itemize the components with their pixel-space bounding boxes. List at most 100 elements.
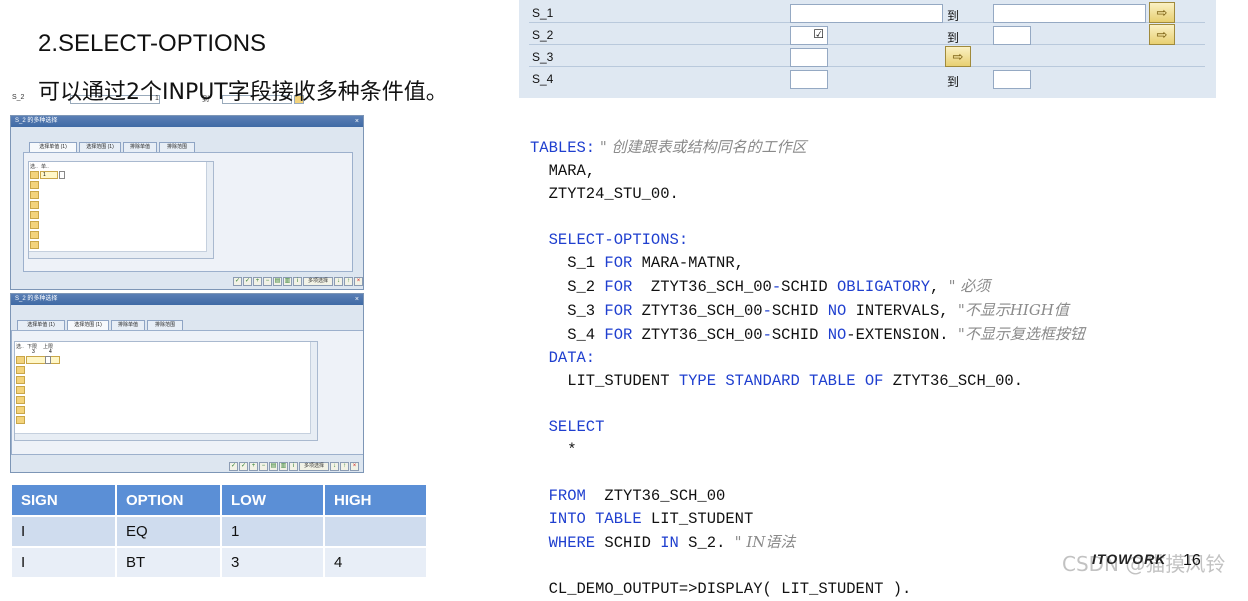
select-all-icon[interactable]: ▤ [273,276,282,286]
info-icon[interactable]: i [293,276,302,286]
table-row: I BT 3 4 [10,546,428,579]
tab-exclude-ranges[interactable]: 排除范围 [159,142,195,152]
execute-icon[interactable]: ✓ [233,276,242,286]
tab-exclude-single[interactable]: 排除单值 [111,320,145,330]
code-keyword: OBLIGATORY [836,278,930,296]
grid-cell-value[interactable]: 1 [40,171,58,179]
table-cell: I [10,515,117,548]
delete-all-icon[interactable]: ▥ [283,276,292,286]
row-selector[interactable] [30,231,39,239]
table-cell [323,515,428,548]
select-all-icon[interactable]: ▤ [269,461,278,471]
code-keyword: NO [827,326,847,344]
row-selector[interactable] [16,386,25,394]
code-text: ZTYT36_SCH_00 [632,278,772,296]
col-header: OPTION [115,483,222,517]
tab-exclude-single[interactable]: 排除单值 [123,142,157,152]
values-grid: 选.. 单.. 1 [28,161,214,259]
row-selector[interactable] [16,416,25,424]
check-icon[interactable]: ✓ [239,461,248,471]
s3-low-input[interactable] [790,48,828,67]
s1-low-input[interactable] [790,4,943,23]
row-selector[interactable] [16,396,25,404]
sel-row-s3: S_3 ⇨ [529,46,1205,67]
code-text: LIT_STUDENT [530,372,679,390]
tab-exclude-ranges[interactable]: 排除范围 [147,320,183,330]
code-comment: " 创建跟表或结构同名的工作区 [595,138,807,156]
code-text: S_2. [678,534,735,552]
close-icon[interactable]: × [355,294,359,305]
close-icon[interactable]: × [355,116,359,127]
multi-selection-dialog-2: S_2 的多种选择 × 选择单值 (1) 选择范围 (1) 排除单值 排除范围 选… [10,293,364,473]
tab-ranges[interactable]: 选择范围 (1) [67,320,109,330]
f4-help-icon[interactable] [59,171,65,179]
row-selector[interactable] [30,241,39,249]
row-selector[interactable] [30,171,39,179]
required-checkbox-icon: ☑ [813,27,824,41]
code-keyword: INTO TABLE [530,510,642,528]
sel-label: S_1 [532,6,554,20]
code-keyword: DATA: [530,349,596,367]
row-selector[interactable] [30,211,39,219]
multiple-selection-button[interactable]: ⇨ [945,46,971,67]
upload-icon[interactable]: ↑ [340,461,349,471]
code-keyword: WHERE [530,534,596,552]
code-keyword: FOR [604,254,633,272]
tab-single-values[interactable]: 选择单值 (1) [17,320,65,330]
range-cell[interactable] [26,356,60,364]
vertical-scrollbar[interactable] [206,162,213,258]
row-selector[interactable] [30,221,39,229]
s4-low-input[interactable] [790,70,828,89]
vertical-scrollbar[interactable] [310,342,317,440]
multiple-selection-button[interactable]: ⇨ [1149,24,1175,45]
row-selector[interactable] [16,366,25,374]
s1-high-input[interactable] [993,4,1146,23]
row-selector[interactable] [30,201,39,209]
horizontal-scrollbar[interactable] [29,251,207,258]
tab-panel: 选.. 下限 上限 3 4 [11,330,363,455]
low-value: 3 [32,349,35,355]
info-icon[interactable]: i [289,461,298,471]
abap-code-block: TABLES: " 创建跟表或结构同名的工作区 MARA, ZTYT24_STU… [530,136,1085,601]
tab-ranges[interactable]: 选择范围 (1) [79,142,121,152]
cancel-icon[interactable]: × [350,461,359,471]
slide-title: 2.SELECT-OPTIONS [38,30,267,57]
row-selector[interactable] [30,181,39,189]
tab-single-values[interactable]: 选择单值 (1) [29,142,77,152]
code-text: INTERVALS, [846,302,958,320]
row-selector[interactable] [16,356,25,364]
import-icon[interactable]: ↓ [334,276,343,286]
s2-low-input[interactable]: ☑ [790,26,828,45]
dialog-toolbar: ✓ ✓ + − ▤ ▥ i 多项选择 ↓ ↑ × [229,461,359,471]
delete-row-icon[interactable]: − [263,276,272,286]
code-keyword: TABLES: [530,139,596,157]
cancel-icon[interactable]: × [354,276,363,286]
upload-icon[interactable]: ↑ [344,276,353,286]
check-icon[interactable]: ✓ [243,276,252,286]
to-label: 到 [947,31,960,45]
code-keyword: FOR [604,278,633,296]
multiple-selection-button[interactable]: 多项选择 [303,276,333,286]
multiple-selection-button[interactable]: ⇨ [1149,2,1175,23]
insert-row-icon[interactable]: + [249,461,258,471]
table-cell: 4 [323,546,428,579]
code-text: -EXTENSION. [846,326,958,344]
s4-high-input[interactable] [993,70,1031,89]
multiple-selection-button[interactable]: 多项选择 [299,461,329,471]
delete-all-icon[interactable]: ▥ [279,461,288,471]
row-selector[interactable] [16,406,25,414]
delete-row-icon[interactable]: − [259,461,268,471]
table-row: I EQ 1 [10,515,428,548]
import-icon[interactable]: ↓ [330,461,339,471]
insert-row-icon[interactable]: + [253,276,262,286]
dialog-title: S_2 的多种选择 [15,118,58,124]
col-header-sel: 选.. [30,164,38,170]
s2-high-input[interactable] [993,26,1031,45]
execute-icon[interactable]: ✓ [229,461,238,471]
row-selector[interactable] [30,191,39,199]
to-label: 到 [947,75,960,89]
code-text: MARA-MATNR, [632,254,744,272]
row-selector[interactable] [16,376,25,384]
f4-help-icon[interactable] [45,356,51,364]
horizontal-scrollbar[interactable] [15,433,311,440]
